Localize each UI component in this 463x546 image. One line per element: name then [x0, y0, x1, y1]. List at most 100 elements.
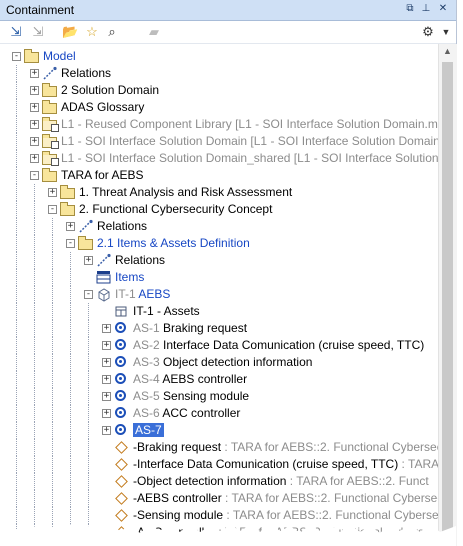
expand-toggle-icon[interactable]: + [30, 69, 39, 78]
expand-toggle-icon[interactable]: + [48, 188, 57, 197]
open-folder-icon[interactable]: 📂 [62, 24, 78, 40]
expand-toggle-icon[interactable]: + [102, 392, 111, 401]
tree-guide-line [34, 235, 35, 252]
scroll-up-icon[interactable]: ▲ [443, 46, 452, 56]
tree-row[interactable]: + AS-3 Object detection information [0, 354, 438, 371]
tree-row[interactable]: + Relations [0, 65, 438, 82]
tree-item-label[interactable]: Relations [97, 219, 147, 234]
tree-row[interactable]: + Relations [0, 218, 438, 235]
part-type: : TARA for AEBS::2. Funct [286, 474, 429, 488]
tree-item-label[interactable]: L1 - SOI Interface Solution Domain_share… [61, 151, 438, 166]
tree-row[interactable]: + AS-6 ACC controller [0, 405, 438, 422]
collapse-toggle-icon[interactable]: - [84, 290, 93, 299]
tree-item-label[interactable]: -AEBS controller : TARA for AEBS::2. Fun… [133, 491, 438, 506]
folder-icon [42, 100, 58, 115]
chevron-down-icon[interactable]: ▼ [438, 24, 454, 40]
pin-icon[interactable]: ⊥ [420, 3, 432, 15]
tree-row[interactable]: + AS-1 Braking request [0, 320, 438, 337]
expand-toggle-icon[interactable]: + [30, 120, 39, 129]
tree-row[interactable]: -Braking request : TARA for AEBS::2. Fun… [0, 439, 438, 456]
tree-item-label[interactable]: IT-1 - Assets [133, 304, 200, 319]
asset-icon [114, 372, 130, 387]
collapse-toggle-icon[interactable]: - [30, 171, 39, 180]
expand-toggle-icon[interactable]: + [102, 358, 111, 367]
tree-item-label[interactable]: -Object detection information : TARA for… [133, 474, 429, 489]
expand-toggle-icon[interactable]: + [102, 409, 111, 418]
collapse-toggle-icon[interactable]: - [48, 205, 57, 214]
restore-icon[interactable]: ⧉ [404, 3, 416, 15]
scrollbar-thumb[interactable] [442, 62, 453, 542]
tree-row[interactable]: + AS-4 AEBS controller [0, 371, 438, 388]
tree-item-label[interactable]: 1. Threat Analysis and Risk Assessment [79, 185, 292, 200]
tree-row[interactable]: - TARA for AEBS [0, 167, 438, 184]
expand-toggle-icon[interactable]: + [102, 341, 111, 350]
tree-row[interactable]: + AS-7 [0, 422, 438, 439]
tree-row[interactable]: - Model [0, 48, 438, 65]
folder-lock-icon [42, 134, 59, 149]
expand-toggle-icon[interactable]: + [102, 426, 111, 435]
tree-row[interactable]: - IT-1 AEBS [0, 286, 438, 303]
tree-item-label[interactable]: AS-2 Interface Data Comunication (cruise… [133, 338, 424, 353]
collapse-toggle-icon[interactable]: - [66, 239, 75, 248]
tree-item-label[interactable]: AS-5 Sensing module [133, 389, 249, 404]
tree-row[interactable]: + AS-2 Interface Data Comunication (cruis… [0, 337, 438, 354]
tree-row[interactable]: + ADAS Glossary [0, 99, 438, 116]
tree-item-label[interactable]: ADAS Glossary [61, 100, 144, 115]
tree-item-label[interactable]: L1 - Reused Component Library [L1 - SOI … [61, 117, 438, 132]
tree-item-label[interactable]: 2.1 Items & Assets Definition [97, 236, 250, 251]
expand-toggle-icon[interactable]: + [30, 137, 39, 146]
tree-row[interactable]: - 2. Functional Cybersecurity Concept [0, 201, 438, 218]
tree-item-label[interactable]: AS-3 Object detection information [133, 355, 312, 370]
tree-row[interactable]: + L1 - Reused Component Library [L1 - SOI… [0, 116, 438, 133]
tree-item-label[interactable]: 2. Functional Cybersecurity Concept [79, 202, 272, 217]
expand-toggle-icon[interactable]: + [30, 86, 39, 95]
tree-item-label[interactable]: AS-6 ACC controller [133, 406, 240, 421]
blank-icon[interactable]: ▰ [146, 24, 162, 40]
tree-row[interactable]: + AS-5 Sensing module [0, 388, 438, 405]
tree-row[interactable]: + Relations [0, 252, 438, 269]
tree-item-label[interactable]: Model [43, 49, 76, 64]
vertical-scrollbar[interactable]: ▲ [438, 44, 457, 546]
expand-toggle-icon[interactable]: + [102, 324, 111, 333]
gear-icon[interactable]: ⚙ [420, 24, 436, 40]
tree-row[interactable]: + L1 - SOI Interface Solution Domain_shar… [0, 150, 438, 167]
tree-item-label[interactable]: AS-4 AEBS controller [133, 372, 247, 387]
tree-item-label[interactable]: -Braking request : TARA for AEBS::2. Fun… [133, 440, 438, 455]
tree-row[interactable]: +1. Threat Analysis and Risk Assessment [0, 184, 438, 201]
expand-toggle-icon[interactable]: + [30, 154, 39, 163]
tree-item-label[interactable]: Relations [61, 66, 111, 81]
expand-toggle-icon[interactable]: + [84, 256, 93, 265]
close-icon[interactable]: ✕ [437, 3, 449, 15]
tree-item-label[interactable]: Items [115, 270, 144, 285]
tree-guide-line [34, 422, 35, 439]
tree-guide-line [88, 473, 89, 490]
collapse-all-icon[interactable]: ⇲ [8, 24, 24, 40]
collapse-toggle-icon[interactable]: - [12, 52, 21, 61]
tree-row[interactable]: -AEBS controller : TARA for AEBS::2. Fun… [0, 490, 438, 507]
expand-all-icon[interactable]: ⇲ [30, 24, 46, 40]
part-type: : TARA for AEBS::2. Functional Cybersec [221, 491, 438, 505]
tree-guide-line [70, 337, 71, 354]
tree-item-label[interactable]: IT-1 AEBS [115, 287, 170, 302]
tree-row[interactable]: Items [0, 269, 438, 286]
tree-row[interactable]: IT-1 - Assets [0, 303, 438, 320]
tree-item-label[interactable]: Relations [115, 253, 165, 268]
asset-icon [114, 389, 130, 404]
expand-toggle-icon[interactable]: + [102, 375, 111, 384]
tree-item-label[interactable]: AS-1 Braking request [133, 321, 247, 336]
tree-row[interactable]: + L1 - SOI Interface Solution Domain [L1 … [0, 133, 438, 150]
tree-item-label[interactable]: L1 - SOI Interface Solution Domain [L1 -… [61, 134, 438, 149]
expand-toggle-icon[interactable]: + [30, 103, 39, 112]
tree-item-label[interactable]: TARA for AEBS [61, 168, 143, 183]
tree-item-label[interactable]: -Interface Data Comunication (cruise spe… [133, 457, 438, 472]
tree-row[interactable]: +2 Solution Domain [0, 82, 438, 99]
search-icon[interactable]: ⌕ [104, 24, 120, 40]
tree-item-label[interactable]: 2 Solution Domain [61, 83, 159, 98]
tree-row[interactable]: -Interface Data Comunication (cruise spe… [0, 456, 438, 473]
expand-toggle-icon[interactable]: + [66, 222, 75, 231]
tree-row[interactable]: - 2.1 Items & Assets Definition [0, 235, 438, 252]
star-icon[interactable]: ☆ [84, 24, 100, 40]
tree-row[interactable]: -Object detection information : TARA for… [0, 473, 438, 490]
tree-guide-line [52, 371, 53, 388]
tree-item-label[interactable]: AS-7 [133, 423, 164, 438]
